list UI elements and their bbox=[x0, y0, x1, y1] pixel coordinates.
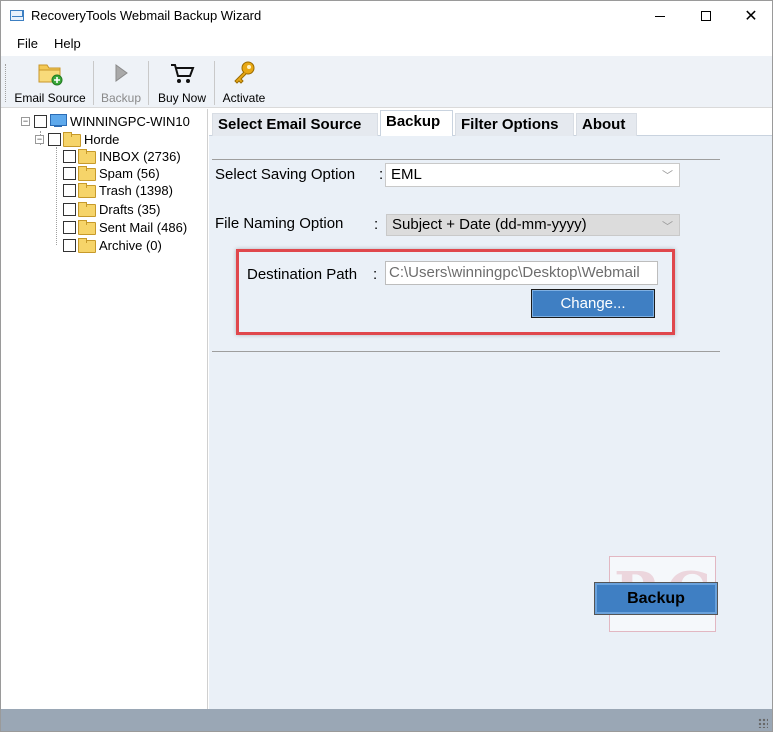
window-title: RecoveryTools Webmail Backup Wizard bbox=[31, 8, 262, 23]
maximize-icon bbox=[701, 11, 711, 21]
tree-item-spam[interactable]: Spam (56) bbox=[63, 164, 160, 182]
inbox-folder-icon bbox=[78, 149, 96, 164]
backup-panel: Select Saving Option : EML ﹀ File Naming… bbox=[209, 136, 772, 709]
email-source-button[interactable]: Email Source bbox=[14, 56, 86, 108]
saving-option-select[interactable]: EML ﹀ bbox=[385, 163, 680, 187]
change-path-button[interactable]: Change... bbox=[531, 289, 655, 318]
tree-item-drafts[interactable]: Drafts (35) bbox=[63, 200, 160, 218]
computer-icon bbox=[49, 114, 67, 128]
inbox-checkbox[interactable] bbox=[63, 149, 76, 163]
maximize-button[interactable] bbox=[683, 1, 729, 31]
naming-option-select[interactable]: Subject + Date (dd-mm-yyyy) ﹀ bbox=[386, 214, 680, 236]
title-bar: RecoveryTools Webmail Backup Wizard ✕ bbox=[1, 1, 772, 31]
play-arrow-icon bbox=[107, 59, 135, 87]
destination-path-value: C:\Users\winningpc\Desktop\Webmail bbox=[389, 264, 640, 281]
tree-folder-label: Trash (1398) bbox=[99, 182, 173, 198]
tab-strip: Select Email Source Backup Filter Option… bbox=[209, 110, 772, 137]
colon: : bbox=[373, 266, 378, 283]
folder-icon bbox=[78, 166, 96, 181]
trash-checkbox[interactable] bbox=[63, 183, 76, 197]
saving-option-value: EML bbox=[391, 166, 422, 183]
tree-folder-label: Spam (56) bbox=[99, 165, 160, 181]
saving-option-label: Select Saving Option bbox=[215, 166, 356, 183]
chevron-down-icon: ﹀ bbox=[662, 221, 673, 233]
tree-folder-label: Archive (0) bbox=[99, 237, 162, 253]
sent-folder-icon bbox=[78, 220, 96, 235]
minimize-button[interactable] bbox=[637, 1, 683, 31]
divider bbox=[212, 159, 720, 160]
buy-now-label: Buy Now bbox=[157, 91, 207, 105]
colon: : bbox=[374, 216, 379, 233]
menu-file[interactable]: File bbox=[17, 36, 38, 51]
status-bar bbox=[1, 709, 772, 731]
destination-path-input[interactable]: C:\Users\winningpc\Desktop\Webmail bbox=[385, 261, 658, 285]
tree-item-inbox[interactable]: INBOX (2736) bbox=[63, 147, 181, 165]
collapse-icon[interactable]: − bbox=[21, 116, 30, 126]
archive-checkbox[interactable] bbox=[63, 238, 76, 252]
tab-about[interactable]: About bbox=[576, 113, 637, 136]
drafts-checkbox[interactable] bbox=[63, 202, 76, 216]
chevron-down-icon: ﹀ bbox=[662, 170, 673, 182]
backup-toolbar-label: Backup bbox=[100, 91, 142, 105]
naming-option-value: Subject + Date (dd-mm-yyyy) bbox=[392, 216, 587, 233]
horde-checkbox[interactable] bbox=[48, 132, 61, 146]
collapse-icon[interactable]: − bbox=[35, 134, 44, 144]
tree-connector bbox=[56, 147, 57, 245]
tree-item-trash[interactable]: Trash (1398) bbox=[63, 181, 173, 199]
tree-item-sent-mail[interactable]: Sent Mail (486) bbox=[63, 218, 187, 236]
envelope-icon bbox=[10, 10, 24, 21]
tree-item-root[interactable]: − WINNINGPC-WIN10 bbox=[21, 112, 190, 130]
activate-button[interactable]: Activate bbox=[220, 56, 268, 108]
trash-folder-icon bbox=[78, 183, 96, 198]
minimize-icon bbox=[655, 15, 665, 17]
toolbar-separator bbox=[148, 61, 149, 105]
colon: : bbox=[379, 166, 384, 183]
sent-mail-checkbox[interactable] bbox=[63, 220, 76, 234]
folder-tree: − WINNINGPC-WIN10 − Horde INBOX (2736) S… bbox=[1, 109, 208, 709]
root-checkbox[interactable] bbox=[34, 114, 47, 128]
email-source-label: Email Source bbox=[14, 91, 86, 105]
toolbar-separator bbox=[214, 61, 215, 105]
tree-item-archive[interactable]: Archive (0) bbox=[63, 236, 162, 254]
close-icon: ✕ bbox=[744, 6, 758, 25]
open-folder-icon bbox=[63, 132, 81, 147]
activate-label: Activate bbox=[222, 91, 266, 105]
key-icon bbox=[230, 59, 258, 87]
naming-option-label: File Naming Option bbox=[215, 215, 344, 232]
divider bbox=[212, 351, 720, 352]
tab-select-email-source[interactable]: Select Email Source bbox=[212, 113, 378, 136]
backup-button[interactable]: Backup bbox=[594, 582, 718, 615]
backup-toolbar-button[interactable]: Backup bbox=[98, 56, 144, 108]
buy-now-button[interactable]: Buy Now bbox=[154, 56, 210, 108]
toolbar-grip bbox=[5, 64, 8, 102]
destination-path-label: Destination Path bbox=[247, 266, 358, 283]
cart-icon bbox=[168, 59, 196, 87]
folder-icon bbox=[78, 238, 96, 253]
close-button[interactable]: ✕ bbox=[728, 1, 773, 31]
folder-add-icon bbox=[36, 59, 64, 87]
tree-folder-label: Drafts (35) bbox=[99, 201, 161, 217]
menu-help[interactable]: Help bbox=[54, 36, 81, 51]
tab-filter-options[interactable]: Filter Options bbox=[455, 113, 574, 136]
tree-folder-label: Sent Mail (486) bbox=[99, 219, 188, 235]
menu-bar: File Help bbox=[1, 32, 772, 56]
tab-backup[interactable]: Backup bbox=[380, 110, 453, 137]
tree-root-label: WINNINGPC-WIN10 bbox=[70, 113, 190, 129]
toolbar: Email Source Backup Buy Now Activate bbox=[1, 56, 772, 108]
resize-grip-icon[interactable] bbox=[758, 718, 768, 728]
app-window: RecoveryTools Webmail Backup Wizard ✕ Fi… bbox=[0, 0, 773, 732]
tree-account-label: Horde bbox=[84, 131, 120, 147]
tree-item-horde[interactable]: − Horde bbox=[35, 130, 119, 148]
spam-checkbox[interactable] bbox=[63, 166, 76, 180]
drafts-folder-icon bbox=[78, 202, 96, 217]
toolbar-separator bbox=[93, 61, 94, 105]
tree-folder-label: INBOX (2736) bbox=[99, 148, 181, 164]
